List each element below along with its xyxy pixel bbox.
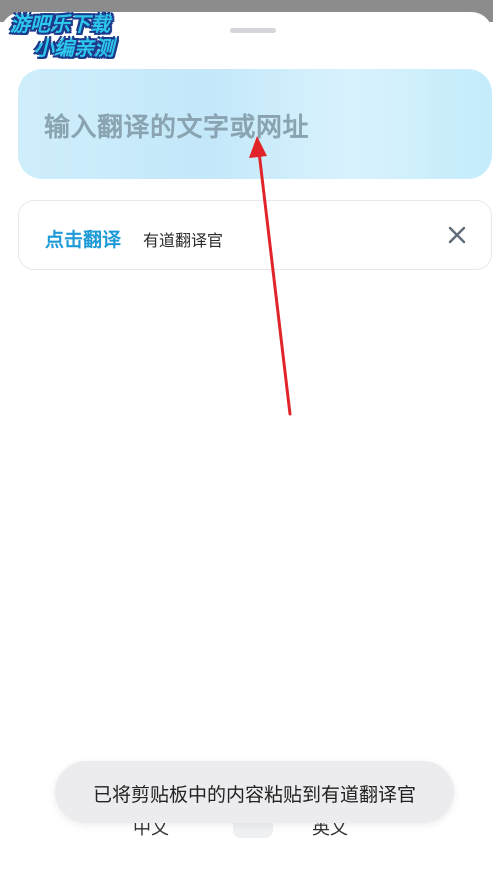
toast-notification: 已将剪贴板中的内容粘贴到有道翻译官: [55, 761, 454, 823]
clipboard-suggestion-card[interactable]: 点击翻译 有道翻译官: [18, 200, 492, 270]
close-icon[interactable]: [445, 223, 469, 247]
watermark-line1: 游吧乐下载: [10, 12, 110, 36]
watermark-logo: 游吧乐下载 小编亲测: [10, 12, 150, 66]
input-placeholder: 输入翻译的文字或网址: [44, 113, 310, 143]
drag-handle[interactable]: [230, 28, 276, 33]
watermark-line2: 小编亲测: [34, 36, 114, 60]
suggestion-text: 有道翻译官: [143, 231, 224, 250]
translate-input[interactable]: 输入翻译的文字或网址: [18, 69, 492, 179]
tap-translate-button[interactable]: 点击翻译: [45, 225, 121, 252]
toast-message: 已将剪贴板中的内容粘贴到有道翻译官: [92, 784, 416, 806]
